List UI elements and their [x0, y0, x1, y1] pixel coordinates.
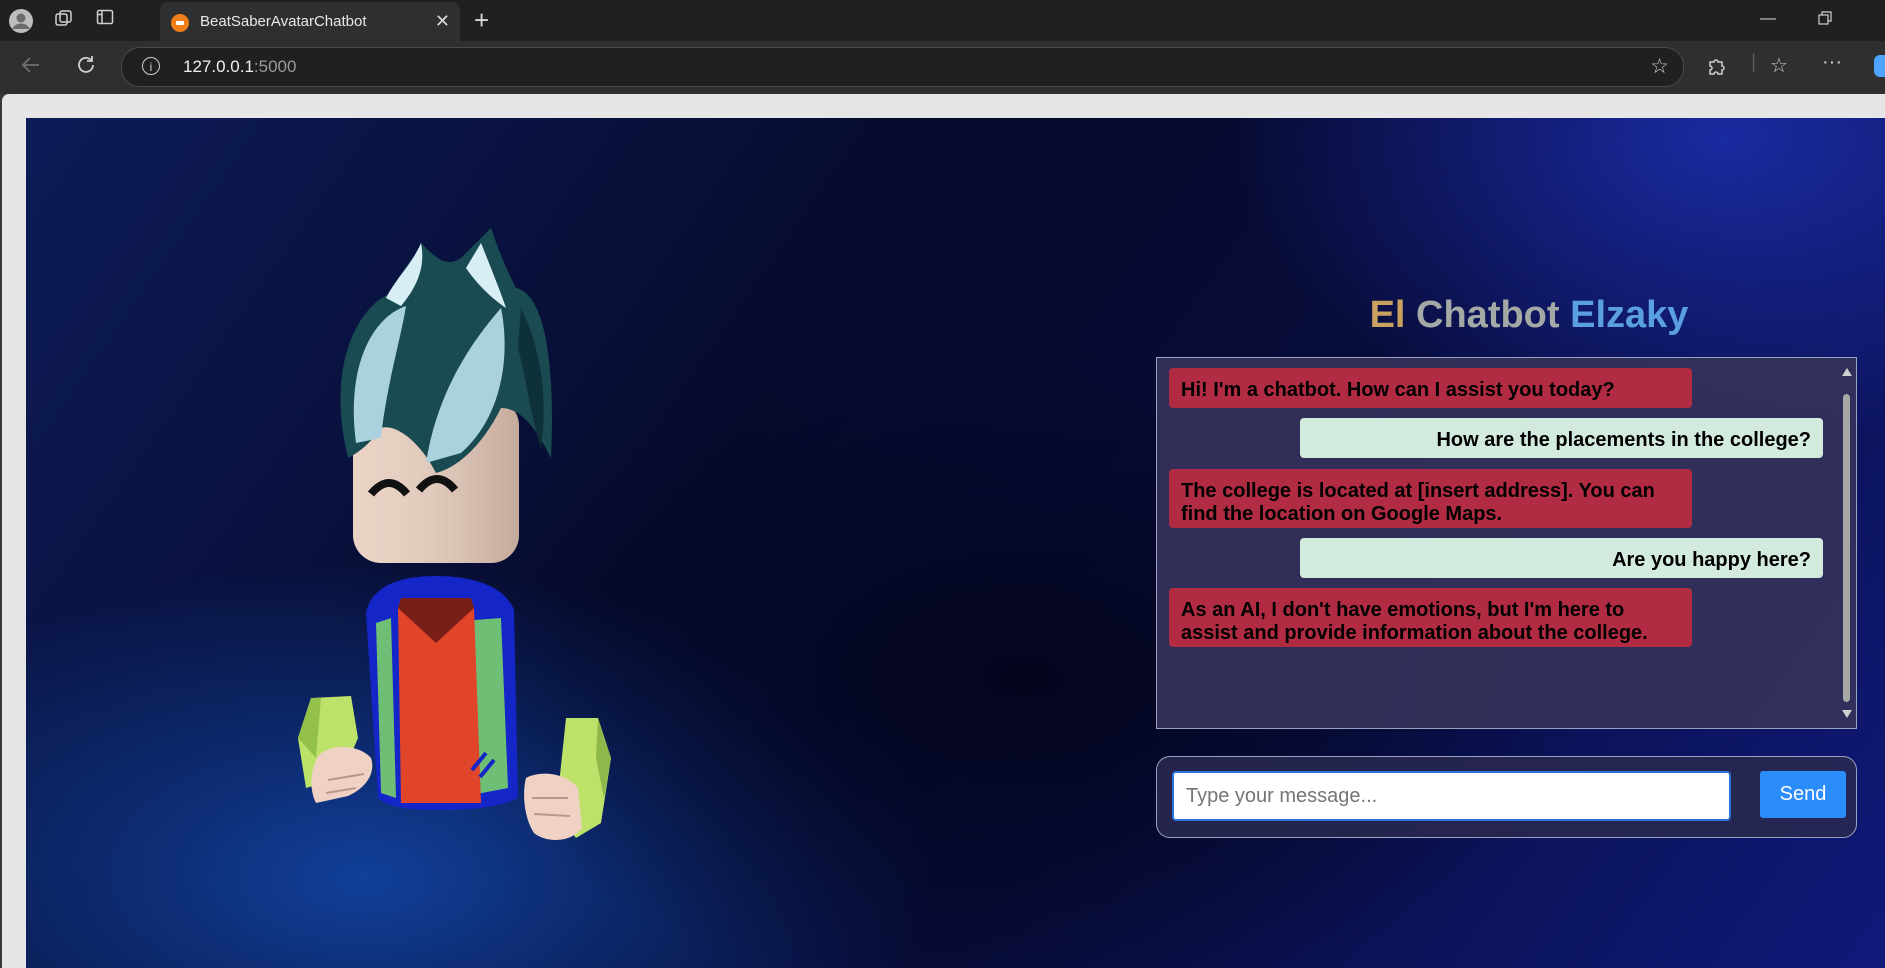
browser-toolbar: i 127.0.0.1:5000 ☆ | ☆ ··· [0, 41, 1885, 94]
user-message: How are the placements in the college? [1300, 418, 1823, 458]
beat-saber-favicon [171, 14, 189, 32]
close-tab-icon[interactable]: ✕ [435, 11, 450, 32]
copilot-icon[interactable] [1874, 55, 1885, 77]
avatar-left-hand [298, 696, 373, 803]
bot-message: The college is located at [insert addres… [1169, 469, 1692, 528]
address-bar[interactable]: i 127.0.0.1:5000 ☆ [121, 47, 1684, 87]
title-word-el: El [1369, 294, 1406, 336]
user-message: Are you happy here? [1300, 538, 1823, 578]
active-tab[interactable]: BeatSaberAvatarChatbot ✕ [160, 2, 460, 41]
app-scene: El Chatbot Elzaky Hi! I'm a chatbot. How… [26, 118, 1885, 968]
back-arrow-icon[interactable] [20, 54, 42, 82]
scrollbar-thumb[interactable] [1843, 394, 1850, 702]
ellipsis-icon[interactable]: ··· [1822, 51, 1842, 74]
avatar-3d [298, 228, 611, 840]
workspaces-icon[interactable] [51, 8, 77, 34]
page-frame: El Chatbot Elzaky Hi! I'm a chatbot. How… [0, 94, 1885, 968]
profile-icon[interactable] [8, 8, 34, 34]
new-tab-plus-icon[interactable]: + [474, 7, 489, 33]
avatar-right-hand [524, 718, 611, 840]
page-title: El Chatbot Elzaky [1126, 294, 1885, 337]
send-button[interactable]: Send [1760, 771, 1846, 818]
scroll-up-arrow-icon[interactable] [1842, 368, 1852, 376]
reload-icon[interactable] [75, 54, 97, 82]
favorites-icon[interactable]: ☆ [1770, 53, 1788, 78]
avatar-torso [366, 576, 518, 810]
toolbar-divider: | [1751, 51, 1757, 73]
minimize-icon[interactable]: — [1760, 10, 1776, 28]
message-list: Hi! I'm a chatbot. How can I assist you … [1157, 358, 1837, 728]
bot-message: Hi! I'm a chatbot. How can I assist you … [1169, 368, 1692, 408]
info-icon[interactable]: i [142, 57, 160, 75]
url-text: 127.0.0.1:5000 [183, 57, 297, 76]
restore-icon[interactable] [1817, 10, 1833, 31]
tab-title: BeatSaberAvatarChatbot [200, 13, 367, 30]
chat-scrollbar[interactable] [1840, 362, 1854, 724]
avatar-hair [340, 228, 552, 473]
title-word-chatbot: Chatbot [1416, 294, 1560, 336]
message-input[interactable] [1172, 771, 1731, 821]
puzzle-icon[interactable] [1706, 55, 1728, 83]
title-word-elzaky: Elzaky [1570, 294, 1689, 336]
page-border: El Chatbot Elzaky Hi! I'm a chatbot. How… [2, 94, 1885, 968]
scroll-down-arrow-icon[interactable] [1842, 710, 1852, 718]
tab-strip: BeatSaberAvatarChatbot ✕ + — [0, 0, 1885, 41]
tab-actions-icon[interactable] [92, 8, 118, 34]
message-composer: Send [1156, 756, 1857, 838]
bot-message: As an AI, I don't have emotions, but I'm… [1169, 588, 1692, 647]
star-icon[interactable]: ☆ [1650, 54, 1669, 79]
chat-messages-panel[interactable]: Hi! I'm a chatbot. How can I assist you … [1156, 357, 1857, 729]
